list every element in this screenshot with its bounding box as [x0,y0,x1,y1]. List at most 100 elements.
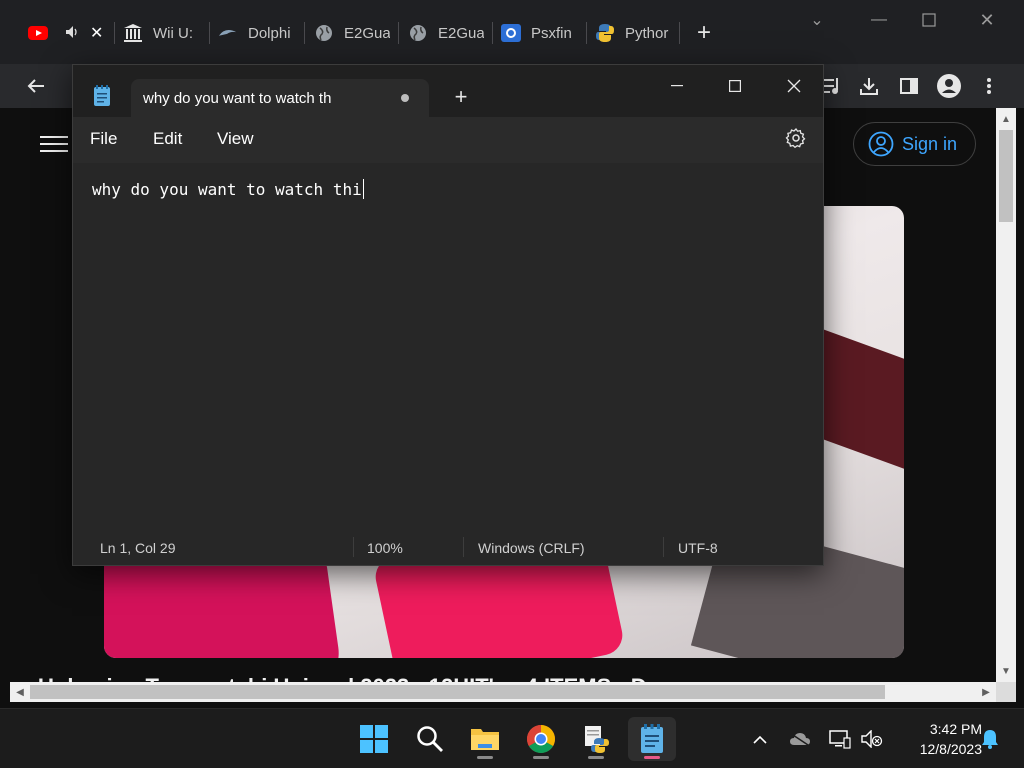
unsaved-dot-icon[interactable] [401,94,409,102]
scroll-left-arrow-icon[interactable]: ◀ [10,682,30,702]
tab-psxfin[interactable]: Psxfin [501,16,579,50]
notepad-taskbar-button[interactable] [628,717,676,761]
back-arrow-icon[interactable] [20,70,52,102]
settings-gear-icon[interactable] [785,127,807,149]
scroll-right-arrow-icon[interactable]: ▶ [976,682,996,702]
notepad-status-bar: Ln 1, Col 29 100% Windows (CRLF) UTF-8 [73,529,823,565]
zoom-level[interactable]: 100% [367,540,403,556]
notepad-new-tab-button[interactable]: + [449,84,473,109]
museum-icon [123,23,143,43]
tab-divider [114,22,115,44]
tab-divider [586,22,587,44]
minimize-icon[interactable]: — [864,8,894,32]
browser-tab-strip: ✕ Wii U: Dolphi E2Gua E2Gua Psxfin Pytho… [0,0,1024,64]
scrollbar-corner [996,682,1016,702]
sign-in-button[interactable]: Sign in [853,122,976,166]
python-idle-icon [585,726,609,753]
line-ending[interactable]: Windows (CRLF) [478,540,585,556]
scrollbar-thumb[interactable] [30,685,885,699]
tab-divider [209,22,210,44]
notepad-maximize-icon[interactable] [713,71,757,101]
show-hidden-icons-chevron-icon[interactable] [748,727,772,751]
tab-divider [304,22,305,44]
clock-date: 12/8/2023 [919,741,982,757]
encoding[interactable]: UTF-8 [678,540,718,556]
tab-youtube[interactable]: ✕ [28,16,108,50]
menu-file[interactable]: File [90,129,117,149]
python-idle-button[interactable] [574,717,618,761]
volume-muted-icon[interactable] [860,727,884,751]
network-icon[interactable] [828,727,852,751]
chrome-button[interactable] [519,717,563,761]
tab-divider [398,22,399,44]
globe-icon [314,23,334,43]
notepad-window: why do you want to watch th + File Edit … [72,64,824,566]
psx-icon [501,23,521,43]
tab-search-chevron-icon[interactable]: ⌄ [802,8,832,32]
sign-in-label: Sign in [902,133,958,154]
notepad-titlebar[interactable]: why do you want to watch th + [73,65,823,117]
notepad-menubar: File Edit View [73,117,823,163]
onedrive-cloud-icon[interactable] [788,727,812,751]
menu-edit[interactable]: Edit [153,129,182,149]
system-clock[interactable]: 3:42 PM 12/8/2023 [888,719,982,759]
scrollbar-thumb[interactable] [999,130,1013,222]
status-divider [663,537,664,557]
menu-view[interactable]: View [217,129,254,149]
notepad-text-area[interactable]: why do you want to watch thi [73,163,823,529]
maximize-icon[interactable] [914,8,944,32]
notepad-close-icon[interactable] [772,71,816,101]
notepad-app-icon [93,85,111,107]
tab-label: Psxfin [531,24,572,42]
tab-label: Pythor [625,24,669,42]
folder-icon [471,729,499,750]
clock-time: 3:42 PM [929,721,982,737]
new-tab-button[interactable]: + [697,16,719,50]
notepad-icon [641,724,663,753]
tab-label: Wii U: [153,24,193,42]
chrome-icon [527,725,555,753]
close-icon[interactable]: ✕ [972,8,1002,32]
video-title[interactable]: Unboxing Tamagotchi Uni and 2023 - 12HIT… [38,674,672,682]
notepad-document-tab[interactable]: why do you want to watch th [131,79,429,117]
horizontal-scrollbar[interactable]: ◀ ▶ [10,682,996,702]
scroll-up-arrow-icon[interactable]: ▲ [996,110,1016,128]
tab-python[interactable]: Pythor [595,16,671,50]
start-button[interactable] [352,717,396,761]
hamburger-menu-icon[interactable] [40,132,68,154]
tab-divider [679,22,680,44]
tab-label: E2Gua [438,24,484,42]
tab-label: Dolphi [248,24,291,42]
search-icon [417,726,443,752]
more-menu-icon[interactable] [973,70,1005,102]
search-button[interactable] [408,717,452,761]
windows-logo-icon [360,725,388,753]
document-text: why do you want to watch thi [92,180,362,199]
tab-e2gua-2[interactable]: E2Gua [408,16,484,50]
tab-wii-u[interactable]: Wii U: [123,16,201,50]
scroll-down-arrow-icon[interactable]: ▼ [996,662,1016,680]
tab-label: E2Gua [344,24,390,42]
dolphin-icon [218,23,238,43]
status-divider [353,537,354,557]
document-tab-title: why do you want to watch th [143,89,332,107]
side-panel-icon[interactable] [893,70,925,102]
globe-icon [408,23,428,43]
tab-divider [492,22,493,44]
status-divider [463,537,464,557]
python-icon [595,23,615,43]
notepad-text-wrapper: why do you want to watch thi [92,179,364,199]
tab-dolphin[interactable]: Dolphi [218,16,296,50]
profile-avatar-icon[interactable] [933,70,965,102]
windows-taskbar: 3:42 PM 12/8/2023 [0,708,1024,768]
file-explorer-button[interactable] [463,717,507,761]
tab-e2gua-1[interactable]: E2Gua [314,16,390,50]
download-icon[interactable] [853,70,885,102]
text-caret [362,179,364,199]
notepad-minimize-icon[interactable] [655,71,699,101]
vertical-scrollbar[interactable]: ▲ ▼ [996,108,1016,682]
notification-bell-icon[interactable] [978,727,1002,751]
speaker-icon[interactable] [66,25,80,41]
close-tab-icon[interactable]: ✕ [90,23,103,43]
cursor-position: Ln 1, Col 29 [100,540,176,556]
